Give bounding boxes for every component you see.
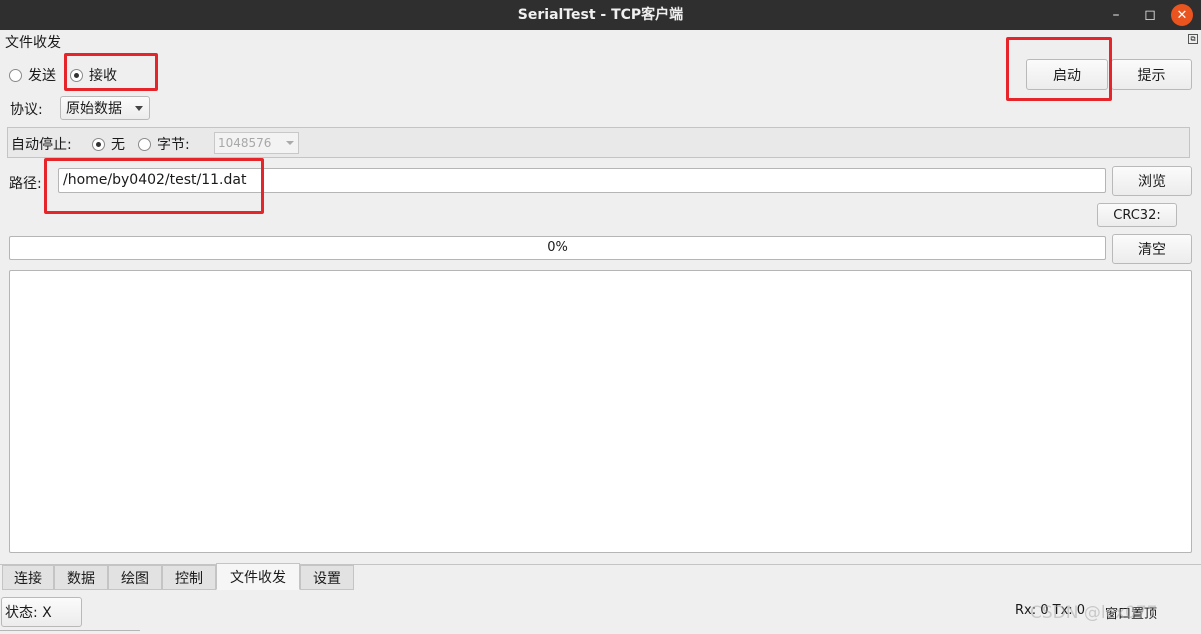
undock-icon[interactable]: ⧉ — [1188, 34, 1198, 44]
bytes-spinbox[interactable]: 1048576 — [214, 132, 299, 154]
log-textarea[interactable] — [9, 270, 1192, 553]
status-button[interactable]: 状态: X — [1, 597, 82, 627]
tab-file-transfer[interactable]: 文件收发 — [216, 563, 300, 590]
group-title: 文件收发 — [5, 35, 61, 51]
tab-settings[interactable]: 设置 — [300, 565, 354, 590]
progress-bar: 0% — [9, 236, 1106, 260]
divider — [0, 630, 140, 631]
clear-button[interactable]: 清空 — [1112, 234, 1192, 264]
auto-stop-label: 自动停止: — [11, 137, 72, 153]
start-button[interactable]: 启动 — [1026, 59, 1108, 90]
bytes-spinbox-value: 1048576 — [218, 136, 272, 150]
title-bar: SerialTest - TCP客户端 – ◻ ✕ — [0, 0, 1201, 30]
crc32-button[interactable]: CRC32: — [1097, 203, 1177, 227]
window-title: SerialTest - TCP客户端 — [517, 7, 684, 23]
path-label: 路径: — [9, 176, 42, 192]
protocol-select-value: 原始数据 — [66, 101, 122, 117]
tab-control[interactable]: 控制 — [162, 565, 216, 590]
receive-radio-label: 接收 — [89, 68, 117, 84]
tab-data[interactable]: 数据 — [54, 565, 108, 590]
auto-stop-none-radio[interactable]: 无 — [92, 134, 125, 154]
auto-stop-bytes-radio[interactable]: 字节: — [138, 134, 190, 154]
close-icon[interactable]: ✕ — [1171, 4, 1193, 26]
receive-radio-indicator[interactable] — [70, 68, 83, 82]
auto-stop-bytes-label: 字节: — [157, 137, 190, 153]
minimize-icon[interactable]: – — [1104, 3, 1128, 27]
protocol-select[interactable]: 原始数据 — [60, 96, 150, 120]
auto-stop-none-label: 无 — [111, 137, 125, 153]
protocol-label: 协议: — [10, 102, 43, 118]
tab-connect[interactable]: 连接 — [2, 565, 54, 590]
browse-button[interactable]: 浏览 — [1112, 166, 1192, 196]
receive-radio[interactable]: 接收 — [70, 65, 117, 85]
tab-plot[interactable]: 绘图 — [108, 565, 162, 590]
auto-stop-bytes-indicator[interactable] — [138, 137, 151, 151]
path-input[interactable]: /home/by0402/test/11.dat — [58, 168, 1106, 193]
hint-button[interactable]: 提示 — [1111, 59, 1192, 90]
chevron-down-icon[interactable] — [286, 141, 294, 145]
chevron-down-icon — [135, 106, 143, 111]
auto-stop-none-indicator[interactable] — [92, 137, 105, 151]
maximize-icon[interactable]: ◻ — [1138, 3, 1162, 27]
watermark: CSDN @lcx077 — [1030, 603, 1158, 623]
send-radio[interactable]: 发送 — [9, 65, 56, 85]
send-radio-label: 发送 — [28, 68, 56, 84]
send-radio-indicator[interactable] — [9, 68, 22, 82]
